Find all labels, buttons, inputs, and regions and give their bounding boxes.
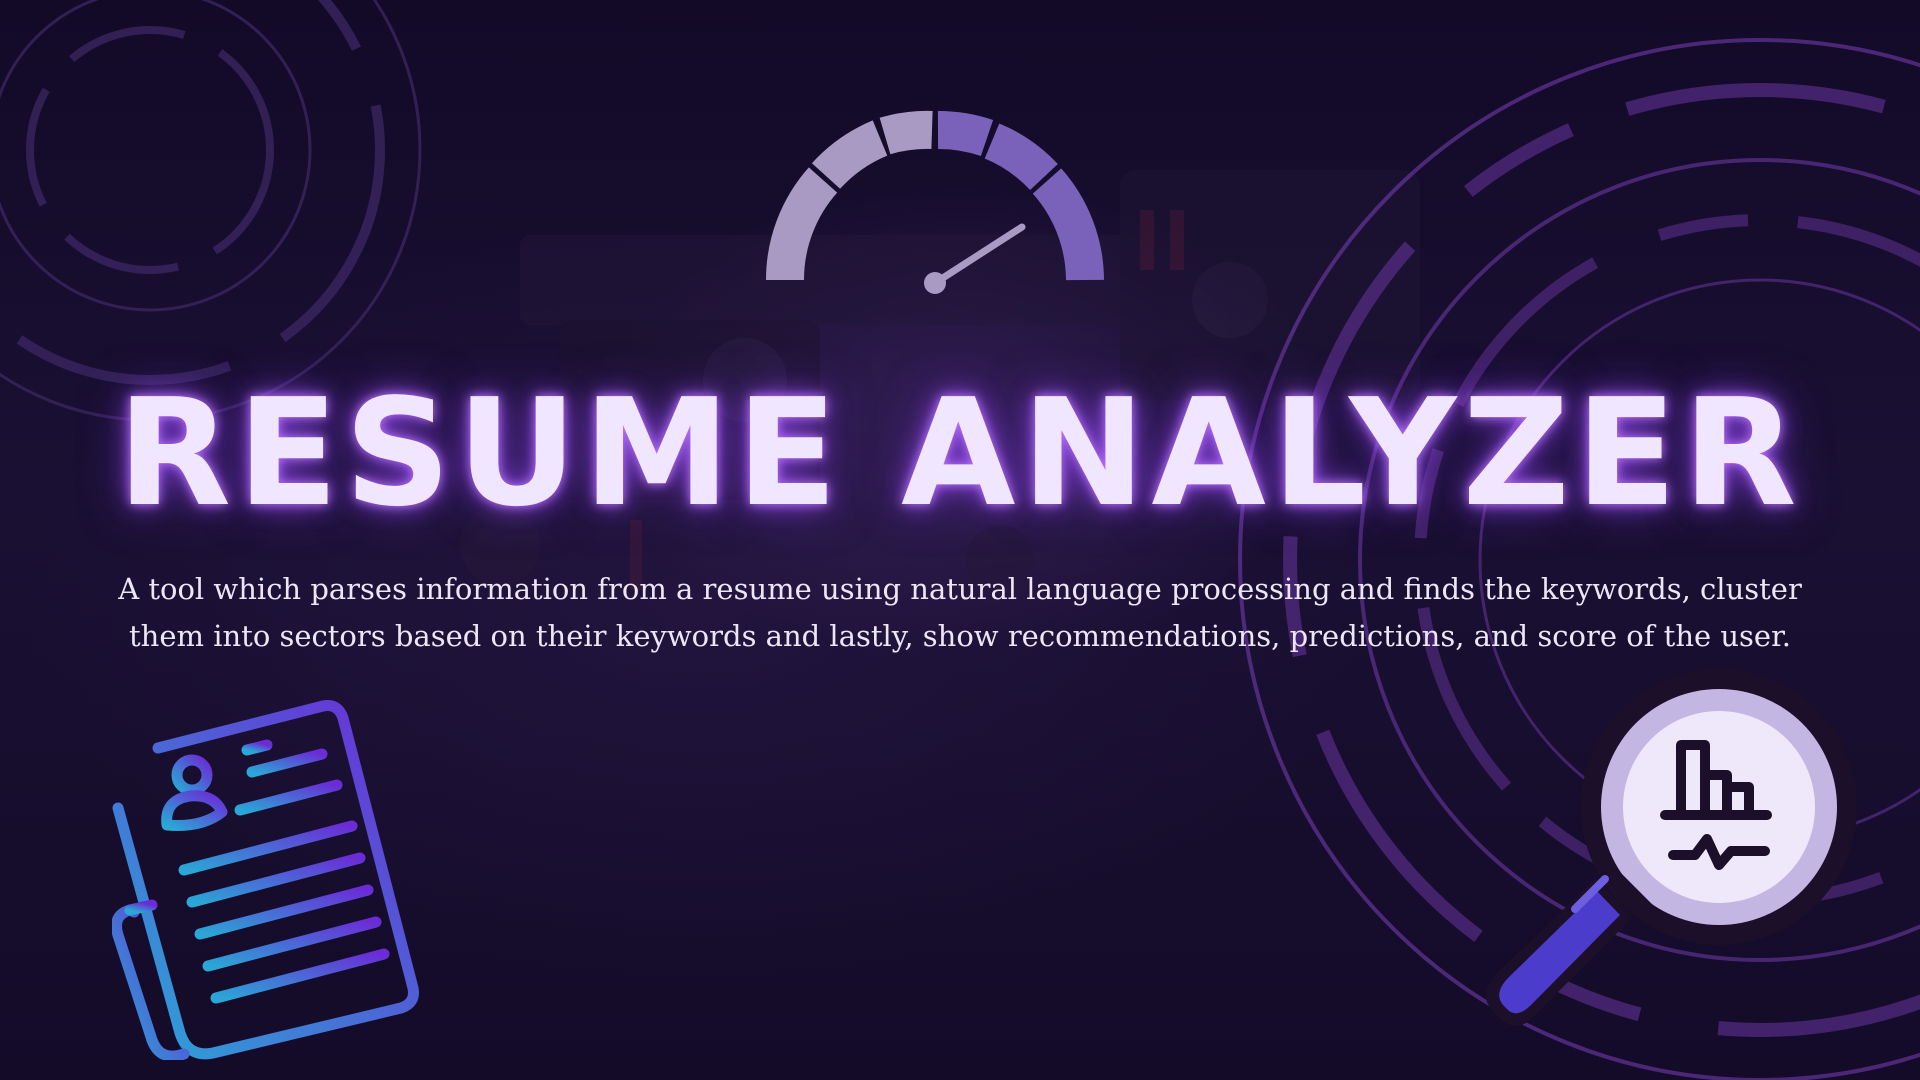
analytics-magnifier-icon (1485, 669, 1857, 1027)
speedometer-gauge-icon (765, 110, 1104, 294)
page-title: RESUME ANALYZER (117, 367, 1803, 539)
resume-document-icon (112, 700, 419, 1060)
top-left-rings (0, 0, 422, 422)
page-description: A tool which parses information from a r… (118, 572, 1802, 653)
resume-analyzer-banner: RESUME ANALYZER A tool which parses info… (0, 0, 1920, 1080)
